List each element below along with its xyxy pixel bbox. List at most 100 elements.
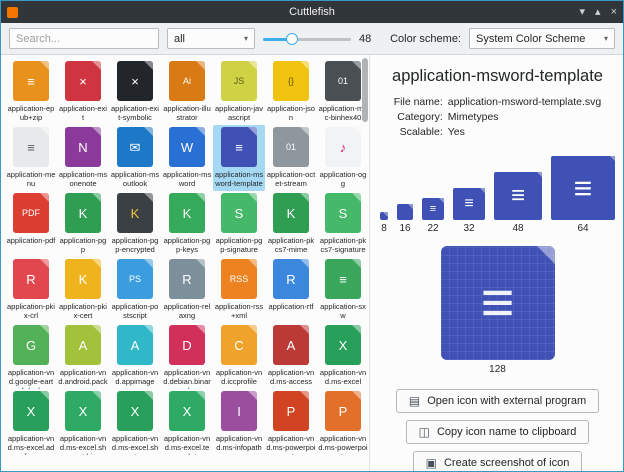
size-label: 16	[399, 223, 410, 234]
icon-cell[interactable]: RSSapplication-rss+xml	[213, 257, 265, 323]
icon-cell[interactable]: Capplication-vnd.iccprofile	[213, 323, 265, 389]
file-icon-glyph: R	[286, 273, 295, 286]
icon-cell[interactable]: Kapplication-pgp	[57, 191, 109, 257]
file-icon-glyph: ×	[79, 75, 87, 88]
field-value: application-msword-template.svg	[448, 96, 601, 108]
icon-cell[interactable]: PDFapplication-pdf	[5, 191, 57, 257]
icon-cell[interactable]: ✉application-msoutlook	[109, 125, 161, 191]
icon-cell[interactable]: Rapplication-pkix-crl	[5, 257, 57, 323]
color-scheme-label: Color scheme:	[390, 33, 461, 45]
icon-fields: File name:application-msword-template.sv…	[394, 96, 602, 138]
icon-cell[interactable]: Rapplication-rtf	[265, 257, 317, 323]
icon-cell[interactable]: Iapplication-vnd.ms-infopath	[213, 389, 265, 455]
slider-handle[interactable]	[286, 33, 298, 45]
action-button[interactable]: ▤Open icon with external program	[396, 389, 599, 413]
search-input[interactable]	[9, 28, 159, 49]
file-icon-glyph: {}	[288, 77, 294, 86]
titlebar[interactable]: Cuttlefish ▾ ▴ ×	[1, 1, 623, 23]
file-icon: G	[13, 325, 49, 365]
icon-cell[interactable]: ×application-exit	[57, 59, 109, 125]
chevron-down-icon: ▾	[604, 34, 608, 43]
icon-cell[interactable]: Sapplication-pgp-signature	[213, 191, 265, 257]
icon-cell[interactable]: JSapplication-javascript	[213, 59, 265, 125]
file-icon: 01	[273, 127, 309, 167]
icon-cell[interactable]: Napplication-msonenote	[57, 125, 109, 191]
icon-cell[interactable]: Kapplication-pgp-encrypted	[109, 191, 161, 257]
size-preview: ≡48	[494, 172, 542, 234]
category-dropdown[interactable]: all ▾	[167, 28, 255, 49]
icon-cell[interactable]: Rapplication-relaxng	[161, 257, 213, 323]
icon-cell[interactable]: Xapplication-vnd.ms-excel.addin.m	[5, 389, 57, 455]
icon-cell[interactable]: ×application-exit-symbolic	[109, 59, 161, 125]
file-icon: D	[169, 325, 205, 365]
file-icon-glyph: Ai	[183, 77, 191, 86]
icon-cell[interactable]: Kapplication-pkcs7-mime	[265, 191, 317, 257]
icon-label: application-vnd.ms-excel.sheet.bi	[58, 434, 108, 455]
large-preview-glyph: ≡	[481, 274, 515, 332]
file-icon-glyph: K	[287, 207, 296, 220]
icon-cell[interactable]: Aapplication-vnd.android.package	[57, 323, 109, 389]
icon-cell[interactable]: Kapplication-pgp-keys	[161, 191, 213, 257]
icon-label: application-vnd.debian.binary-package	[162, 368, 212, 389]
file-icon: X	[169, 391, 205, 431]
large-preview: ≡ 128	[441, 246, 555, 375]
icon-label: application-vnd.android.package	[58, 368, 108, 389]
cuttlefish-window: Cuttlefish ▾ ▴ × all ▾ 48 Color scheme: …	[0, 0, 624, 472]
maximize-button[interactable]: ▴	[595, 7, 601, 18]
file-icon-glyph: D	[182, 339, 191, 352]
icon-cell[interactable]: ≡application-epub+zip	[5, 59, 57, 125]
icon-cell[interactable]: Aiapplication-illustrator	[161, 59, 213, 125]
icon-label: application-vnd.ms-access	[266, 368, 316, 386]
icon-label: application-vnd.ms-excel.addin.m	[6, 434, 56, 455]
icon-cell[interactable]: Gapplication-vnd.google-earth.kml	[5, 323, 57, 389]
icon-label: application-vnd.ms-excel.templat	[162, 434, 212, 455]
size-preview: ≡32	[453, 188, 485, 234]
file-icon: K	[169, 193, 205, 233]
icon-cell[interactable]: Xapplication-vnd.ms-excel.sheet.m	[109, 389, 161, 455]
icon-cell[interactable]: PSapplication-postscript	[109, 257, 161, 323]
icon-cell[interactable]: ≡application-menu	[5, 125, 57, 191]
icon-cell[interactable]: ≡application-msword-template	[213, 125, 265, 191]
file-icon-glyph: X	[79, 405, 88, 418]
file-icon: X	[117, 391, 153, 431]
large-preview-size-label: 128	[489, 364, 506, 375]
icon-cell[interactable]: Aapplication-vnd.appimage	[109, 323, 161, 389]
icon-label: application-rtf	[266, 302, 316, 311]
icon-cell[interactable]: 01application-octet-stream	[265, 125, 317, 191]
icon-cell[interactable]: Wapplication-msword	[161, 125, 213, 191]
window-controls: ▾ ▴ ×	[580, 7, 618, 18]
file-icon: ×	[65, 61, 101, 101]
file-icon: P	[273, 391, 309, 431]
close-button[interactable]: ×	[611, 7, 617, 18]
icon-cell[interactable]: Papplication-vnd.ms-powerpoint	[265, 389, 317, 455]
size-preview: 16	[397, 204, 413, 234]
file-icon: S	[325, 193, 361, 233]
scrollbar[interactable]	[360, 55, 369, 471]
color-scheme-dropdown[interactable]: System Color Scheme ▾	[469, 28, 615, 49]
icon-cell[interactable]: Dapplication-vnd.debian.binary-package	[161, 323, 213, 389]
file-icon: W	[169, 127, 205, 167]
file-icon-glyph: JS	[234, 77, 245, 86]
action-button[interactable]: ▣Create screenshot of icon	[413, 451, 583, 472]
icon-label: application-json	[266, 104, 316, 122]
icon-label: application-pgp	[58, 236, 108, 254]
file-icon: K	[273, 193, 309, 233]
file-icon-glyph: K	[79, 207, 88, 220]
preview-icon	[397, 204, 413, 220]
file-icon-glyph: RSS	[230, 275, 249, 284]
minimize-button[interactable]: ▾	[580, 7, 586, 18]
icon-label: application-pkix-crl	[6, 302, 56, 320]
icon-cell[interactable]: Kapplication-pkix-cert	[57, 257, 109, 323]
icon-label: application-pgp-keys	[162, 236, 212, 254]
icon-size-slider[interactable]	[263, 30, 351, 48]
icon-label: application-msonenote	[58, 170, 108, 188]
action-button[interactable]: ◫Copy icon name to clipboard	[406, 420, 590, 444]
icon-cell[interactable]: {} application-json	[265, 59, 317, 125]
icon-cell[interactable]: Xapplication-vnd.ms-excel.templat	[161, 389, 213, 455]
icon-label: application-msword-template	[214, 170, 264, 188]
scrollbar-thumb[interactable]	[362, 58, 368, 122]
file-icon-glyph: ♪	[340, 141, 347, 154]
file-icon: P	[325, 391, 361, 431]
icon-cell[interactable]: Aapplication-vnd.ms-access	[265, 323, 317, 389]
icon-cell[interactable]: Xapplication-vnd.ms-excel.sheet.bi	[57, 389, 109, 455]
